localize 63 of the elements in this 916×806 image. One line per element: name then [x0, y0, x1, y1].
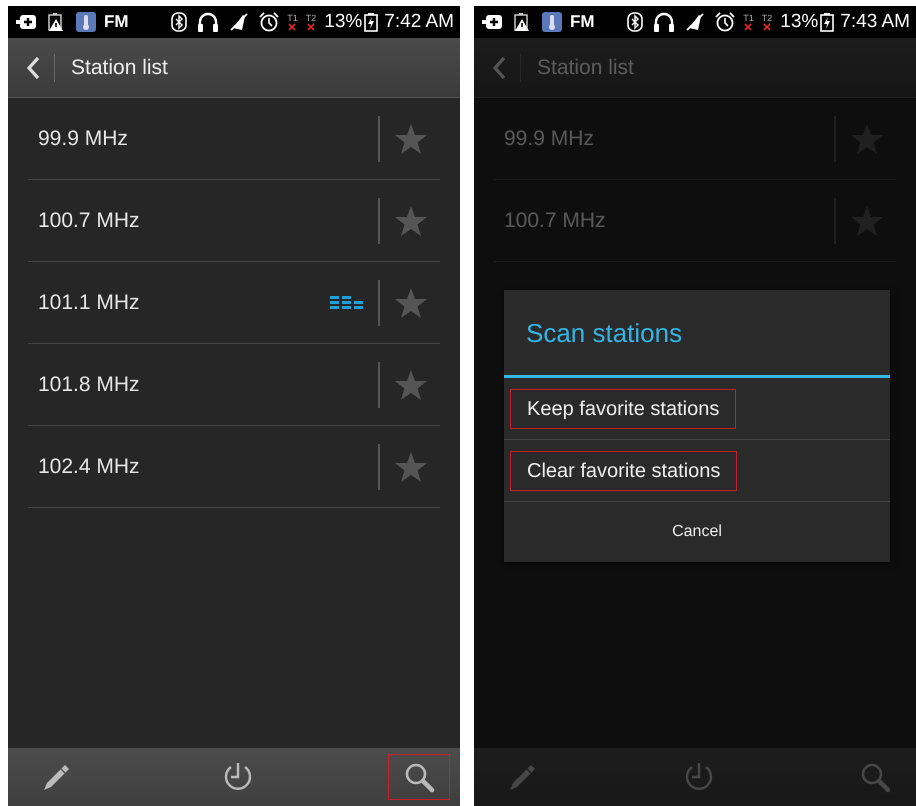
battery-charging-icon: [820, 12, 834, 32]
timer-icon: [222, 761, 254, 793]
star-icon: [394, 122, 428, 154]
station-frequency: 99.9 MHz: [38, 126, 129, 152]
search-icon: [403, 761, 435, 793]
dialog-option[interactable]: Keep favorite stations: [510, 388, 736, 428]
favorite-button[interactable]: [394, 204, 428, 236]
search-icon: [859, 761, 891, 793]
alarm-icon: [259, 12, 280, 32]
search-button[interactable]: [388, 754, 450, 800]
sim-label: T2: [306, 14, 316, 22]
headphones-icon: [197, 12, 220, 32]
muted-icon: [685, 12, 706, 32]
headphones-icon: [653, 12, 676, 32]
no-signal-icon: [744, 22, 752, 30]
station-row[interactable]: 100.7 MHz: [28, 180, 440, 262]
station-row[interactable]: 101.8 MHz: [28, 344, 440, 426]
no-signal-icon: [288, 22, 296, 30]
thermometer-app-icon: [542, 12, 562, 32]
dialog-title: Scan stations: [504, 290, 890, 378]
sim-label: T2: [762, 14, 772, 22]
station-row[interactable]: 99.9 MHz: [28, 98, 440, 180]
star-icon: [394, 204, 428, 236]
sim-label: T1: [287, 14, 298, 22]
timer-icon: [683, 761, 715, 793]
add-notification-icon: [482, 12, 502, 32]
station-frequency: 102.4 MHz: [38, 454, 141, 480]
star-icon: [394, 368, 428, 400]
alarm-icon: [715, 12, 736, 32]
station-frequency: 101.8 MHz: [38, 372, 141, 398]
station-row[interactable]: 101.1 MHz: [28, 262, 440, 344]
battery-charging-icon: [364, 12, 378, 32]
muted-icon: [229, 12, 250, 32]
star-icon: [394, 450, 428, 482]
station-frequency: 101.1 MHz: [38, 290, 141, 316]
bluetooth-icon: [171, 12, 188, 32]
cancel-button[interactable]: Cancel: [504, 502, 890, 562]
add-notification-icon: [16, 12, 36, 32]
clock: 7:42 AM: [384, 10, 454, 34]
screen-title: Station list: [71, 54, 168, 81]
battery-level: 13%: [780, 10, 818, 34]
dialog-option[interactable]: Clear favorite stations: [510, 450, 738, 490]
station-frequency: 100.7 MHz: [38, 208, 141, 234]
station-row[interactable]: 102.4 MHz: [28, 426, 440, 508]
favorite-button[interactable]: [394, 286, 428, 318]
station-frequency: 100.7 MHz: [504, 208, 607, 234]
app-label: FM: [570, 11, 595, 34]
battery-warning-icon: [46, 12, 66, 32]
station-frequency: 99.9 MHz: [504, 126, 595, 152]
favorite-button[interactable]: [394, 368, 428, 400]
thermometer-app-icon: [76, 12, 96, 32]
app-label: FM: [104, 11, 129, 34]
sim-label: T1: [743, 14, 754, 22]
battery-warning-icon: [512, 12, 532, 32]
star-icon: [394, 286, 428, 318]
no-signal-icon: [762, 22, 771, 30]
battery-level: 13%: [324, 10, 362, 34]
favorite-button[interactable]: [394, 122, 428, 154]
bluetooth-icon: [627, 12, 644, 32]
screen-title: Station list: [537, 54, 634, 81]
clock: 7:43 AM: [840, 10, 910, 34]
favorite-button[interactable]: [394, 450, 428, 482]
no-signal-icon: [306, 22, 315, 30]
